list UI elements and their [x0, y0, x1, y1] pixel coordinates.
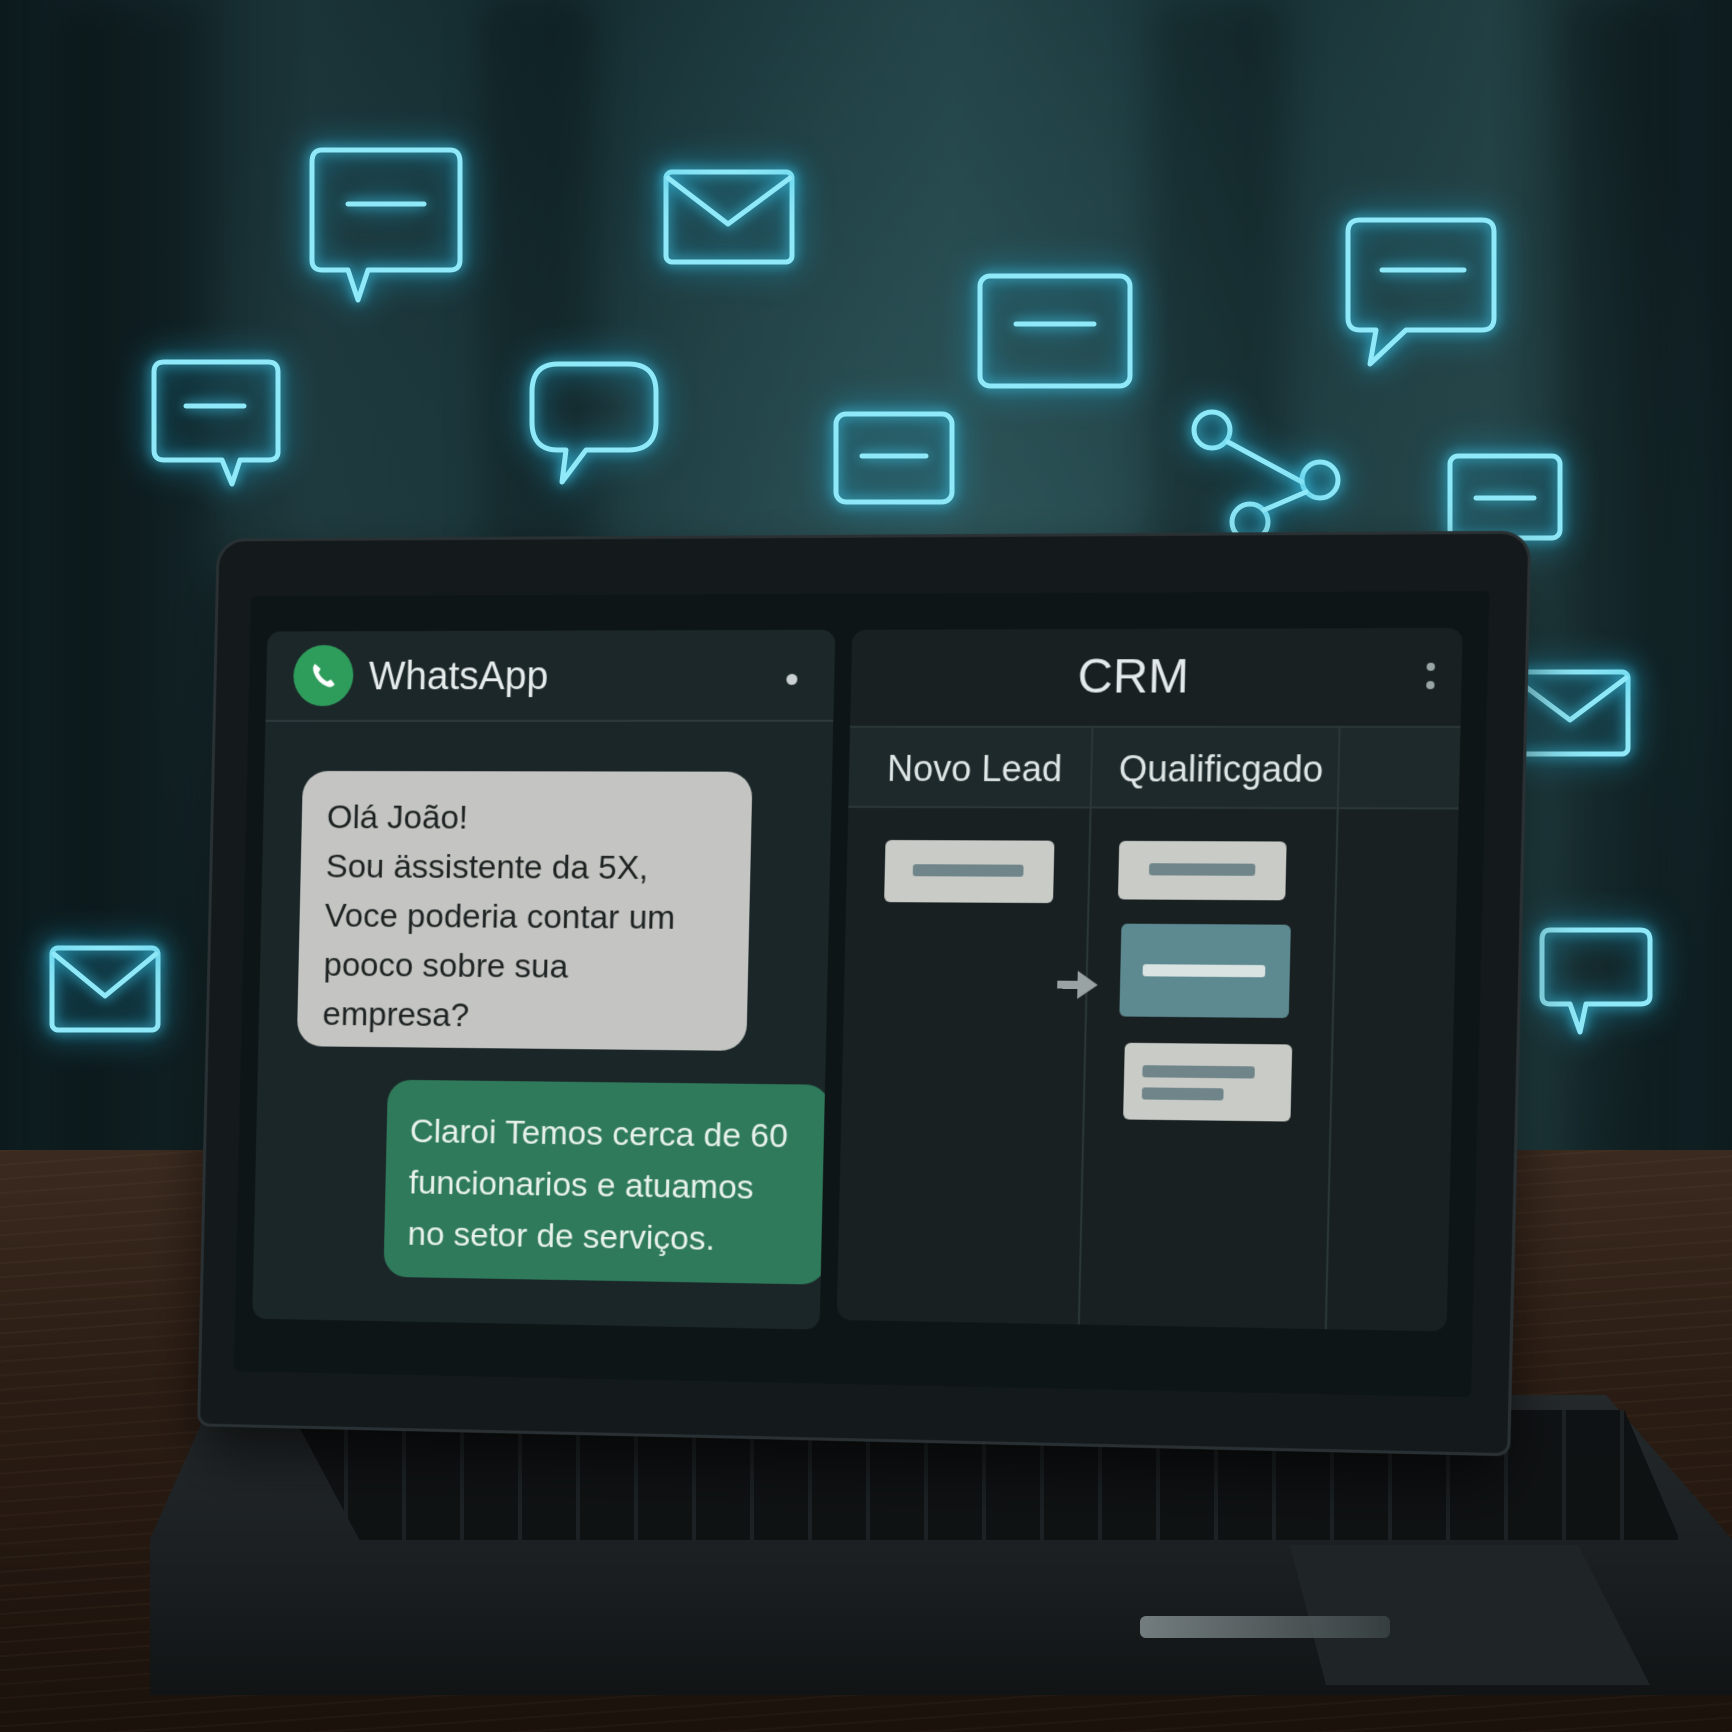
more-options-icon[interactable] [1426, 662, 1437, 700]
column-label-novo-lead: Novo Lead [886, 747, 1063, 790]
column-divider [1324, 725, 1341, 1332]
outgoing-message-bubble: Claroi Temos cerca de 60 funcionarios e … [383, 1079, 831, 1285]
message-line: Sou ässistente da 5X, [325, 847, 649, 887]
chat-bubble-icon [1539, 927, 1655, 1042]
chat-bubble-icon [528, 361, 663, 491]
message-line: funcionarios e atuamos [408, 1163, 755, 1207]
column-divider [1077, 725, 1094, 1331]
lead-card[interactable] [884, 840, 1055, 904]
whatsapp-logo-icon [292, 645, 354, 707]
laptop-front-edge [1140, 1616, 1390, 1638]
whatsapp-panel: WhatsApp Olá João! Sou ässistente da 5X,… [252, 629, 836, 1330]
lead-card[interactable] [1123, 1042, 1293, 1122]
column-label-qualificado: Qualificgado [1118, 748, 1324, 790]
message-line: Claroi Temos cerca de 60 [409, 1112, 789, 1156]
message-line: Olá João! [326, 798, 469, 837]
message-line: no setor de serviços. [407, 1215, 716, 1258]
chat-bubble-icon [308, 147, 468, 307]
message-card-icon [832, 410, 957, 512]
envelope-icon [662, 168, 797, 272]
lead-card[interactable] [1117, 840, 1287, 901]
envelope-icon [48, 944, 163, 1040]
envelope-icon [1508, 668, 1633, 764]
whatsapp-title: WhatsApp [368, 654, 549, 699]
whatsapp-header: WhatsApp [265, 629, 836, 722]
message-line: Voce poderia contar um [324, 896, 676, 937]
crm-panel: CRM Novo Lead Qualificgado [836, 627, 1463, 1332]
scene: WhatsApp Olá João! Sou ässistente da 5X,… [0, 0, 1732, 1732]
lead-card-moving[interactable] [1119, 923, 1291, 1019]
laptop-lid: WhatsApp Olá João! Sou ässistente da 5X,… [200, 533, 1529, 1454]
laptop-screen: WhatsApp Olá João! Sou ässistente da 5X,… [233, 591, 1490, 1398]
message-line: pooco sobre sua [323, 946, 569, 986]
move-arrow-icon [1055, 967, 1100, 1008]
chat-bubble-icon [151, 359, 282, 494]
message-card-icon [976, 272, 1136, 394]
share-icon [1190, 408, 1345, 547]
status-dot [786, 673, 798, 685]
message-line: empresa? [322, 995, 470, 1035]
chat-bubble-icon [1345, 217, 1501, 372]
incoming-message-bubble: Olá João! Sou ässistente da 5X, Voce pod… [296, 770, 753, 1051]
crm-title: CRM [1077, 650, 1190, 704]
